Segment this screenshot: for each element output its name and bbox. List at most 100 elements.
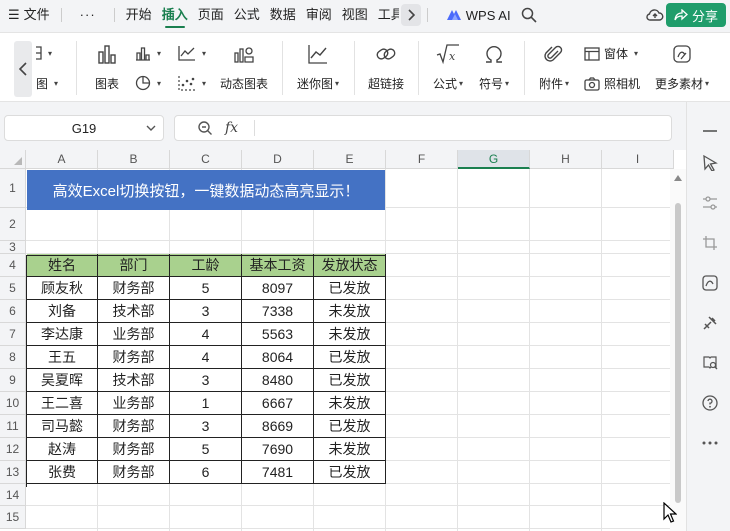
spreadsheet-grid[interactable]: A B C D E F G H I 1 2 3 4 5 6 7 8 9 10 11 12 13 14 15 高效Excel切换… [0, 150, 686, 531]
row-header-7[interactable]: 7 [0, 323, 26, 346]
camera-button[interactable]: 照相机 [584, 75, 640, 92]
tab-data[interactable]: 数据 [265, 0, 301, 30]
table-cell[interactable]: 3 [170, 300, 242, 323]
table-cell[interactable]: 8097 [242, 277, 314, 300]
column-header-g[interactable]: G [458, 150, 530, 169]
table-cell[interactable]: 6667 [242, 392, 314, 415]
table-cell[interactable]: 业务部 [98, 323, 170, 346]
formula-input[interactable]: fx [174, 115, 672, 141]
table-cell[interactable]: 3 [170, 415, 242, 438]
table-cell[interactable]: 未发放 [314, 438, 386, 461]
table-header-cell[interactable]: 姓名 [27, 254, 98, 277]
name-box[interactable]: G19 [4, 115, 164, 141]
table-cell[interactable]: 刘备 [27, 300, 98, 323]
column-header-h[interactable]: H [530, 150, 602, 169]
row-header-13[interactable]: 13 [0, 461, 26, 484]
table-cell[interactable]: 未发放 [314, 300, 386, 323]
more-options-button[interactable] [701, 434, 719, 452]
table-cell[interactable]: 8669 [242, 415, 314, 438]
table-cell[interactable]: 4 [170, 346, 242, 369]
table-cell[interactable]: 7690 [242, 438, 314, 461]
table-cell[interactable]: 王五 [27, 346, 98, 369]
row-header-9[interactable]: 9 [0, 369, 26, 392]
row-header-11[interactable]: 11 [0, 415, 26, 438]
scroll-up-icon[interactable] [674, 175, 682, 181]
table-cell[interactable]: 财务部 [98, 461, 170, 484]
ribbon-partial-item-top[interactable]: ▾ [36, 45, 52, 61]
table-cell[interactable]: 4 [170, 323, 242, 346]
share-button[interactable]: 分享 [665, 3, 726, 27]
table-cell[interactable]: 张费 [27, 461, 98, 484]
row-header-5[interactable]: 5 [0, 277, 26, 300]
table-cell[interactable]: 李达康 [27, 323, 98, 346]
table-cell[interactable]: 赵涛 [27, 438, 98, 461]
table-cell[interactable]: 6 [170, 461, 242, 484]
tab-scroll-right-button[interactable] [400, 4, 421, 26]
formula-button[interactable]: x 公式 ▾ [430, 41, 466, 92]
table-cell[interactable]: 财务部 [98, 277, 170, 300]
dynamic-chart-button[interactable]: 动态图表 [218, 41, 270, 92]
column-header-d[interactable]: D [242, 150, 314, 169]
select-all-corner[interactable] [0, 150, 26, 169]
table-header-cell[interactable]: 基本工资 [242, 254, 314, 277]
table-cell[interactable]: 已发放 [314, 415, 386, 438]
row-header-4[interactable]: 4 [0, 254, 26, 277]
resize-button[interactable] [701, 234, 719, 252]
tab-page[interactable]: 页面 [193, 0, 229, 30]
table-header-cell[interactable]: 发放状态 [314, 254, 386, 277]
scatter-chart-button[interactable]: ▾ [178, 75, 206, 91]
book-search-button[interactable] [701, 354, 719, 372]
column-header-i[interactable]: I [602, 150, 674, 169]
row-header-14[interactable]: 14 [0, 484, 26, 506]
chart-button[interactable]: 图表 [92, 41, 122, 92]
table-cell[interactable]: 5 [170, 277, 242, 300]
adjust-settings-button[interactable] [701, 194, 719, 212]
table-cell[interactable]: 未发放 [314, 392, 386, 415]
row-header-12[interactable]: 12 [0, 438, 26, 461]
table-cell[interactable]: 5563 [242, 323, 314, 346]
tab-review[interactable]: 审阅 [301, 0, 337, 30]
column-chart-button[interactable]: ▾ [135, 45, 161, 61]
form-control-button[interactable]: 窗体 ▾ [584, 45, 638, 62]
wps-ai-button[interactable]: WPS AI [440, 8, 517, 23]
row-header-3[interactable]: 3 [0, 240, 26, 254]
table-header-cell[interactable]: 工龄 [170, 254, 242, 277]
column-header-b[interactable]: B [98, 150, 170, 169]
cloud-sync-button[interactable] [644, 4, 666, 26]
column-header-c[interactable]: C [170, 150, 242, 169]
row-header-6[interactable]: 6 [0, 300, 26, 323]
ribbon-scroll-left-button[interactable] [14, 41, 32, 97]
line-chart-button[interactable]: ▾ [178, 45, 206, 61]
symbol-button[interactable]: 符号 ▾ [476, 41, 512, 92]
table-cell[interactable]: 已发放 [314, 461, 386, 484]
attachment-button[interactable]: 附件 ▾ [536, 41, 572, 92]
table-cell[interactable]: 财务部 [98, 346, 170, 369]
tab-formula[interactable]: 公式 [229, 0, 265, 30]
tab-view[interactable]: 视图 [337, 0, 373, 30]
table-cell[interactable]: 顾友秋 [27, 277, 98, 300]
zoom-icon[interactable] [197, 120, 213, 136]
scrollbar-thumb[interactable] [675, 203, 681, 503]
tools-button[interactable] [701, 314, 719, 332]
table-cell[interactable]: 3 [170, 369, 242, 392]
search-button[interactable] [521, 7, 537, 23]
row-header-1[interactable]: 1 [0, 169, 26, 208]
collapse-panel-button[interactable] [701, 122, 719, 140]
column-header-f[interactable]: F [386, 150, 458, 169]
row-header-2[interactable]: 2 [0, 208, 26, 241]
table-cell[interactable]: 未发放 [314, 323, 386, 346]
row-header-15[interactable]: 15 [0, 506, 26, 529]
table-cell[interactable]: 已发放 [314, 346, 386, 369]
table-header-cell[interactable]: 部门 [98, 254, 170, 277]
tab-home[interactable]: 开始 [121, 0, 157, 30]
table-cell[interactable]: 已发放 [314, 277, 386, 300]
more-material-button[interactable]: 更多素材 ▾ [652, 41, 712, 92]
table-cell[interactable]: 财务部 [98, 415, 170, 438]
help-button[interactable] [701, 394, 719, 412]
table-cell[interactable]: 5 [170, 438, 242, 461]
sparkline-button[interactable]: 迷你图 ▾ [294, 41, 342, 92]
chevron-down-icon[interactable] [145, 121, 157, 135]
tab-tools[interactable]: 工具 [373, 0, 399, 30]
file-menu[interactable]: ☰ 文件 [0, 0, 55, 30]
table-cell[interactable]: 已发放 [314, 369, 386, 392]
